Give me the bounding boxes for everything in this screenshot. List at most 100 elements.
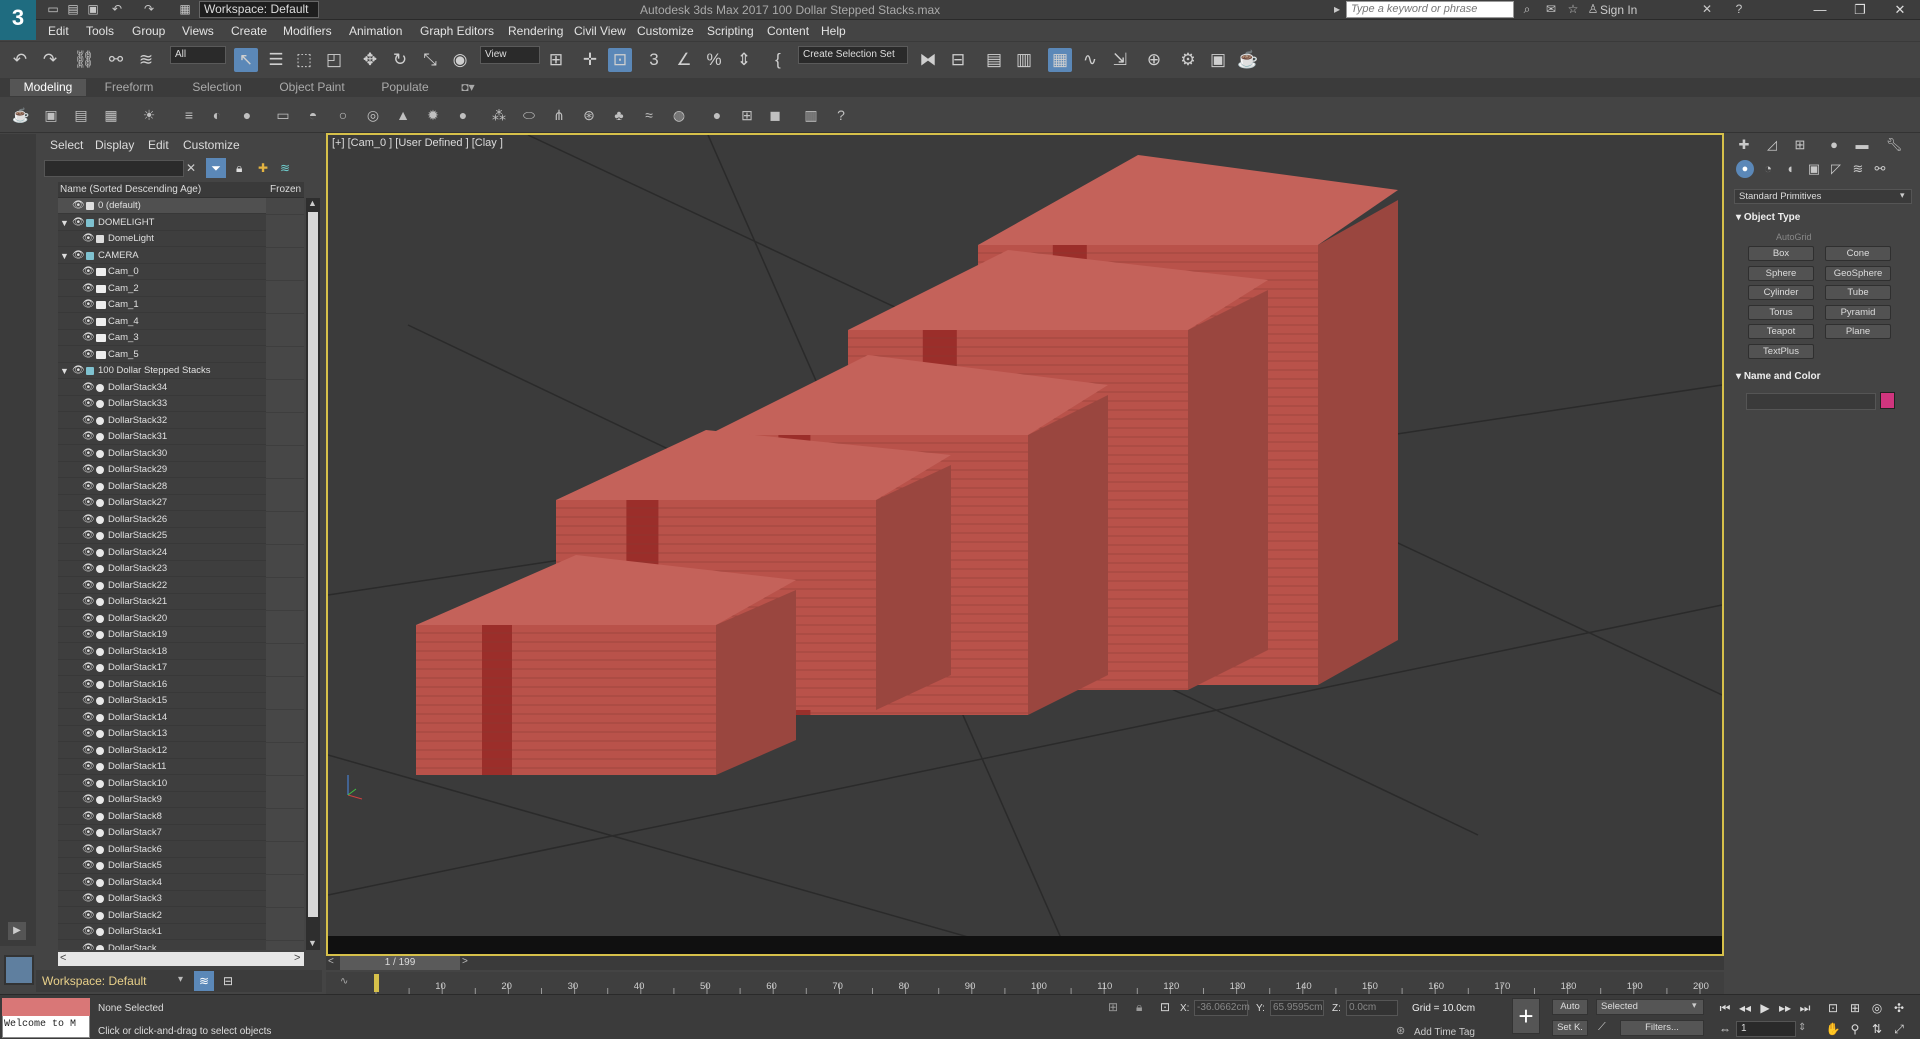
ribbon-options-icon[interactable]: ◘▾ [454,79,482,96]
tree-row[interactable]: 👁︎ DollarStack15 [58,693,304,709]
tree-row[interactable]: 👁︎ DollarStack17 [58,660,304,676]
textplus-button[interactable]: TextPlus [1748,344,1814,359]
menu-edit[interactable]: Edit [48,24,69,38]
visibility-eye-icon[interactable]: 👁︎ [82,380,95,396]
subscription-icon[interactable]: ✉ [1542,1,1560,18]
frozen-cell[interactable] [266,709,304,726]
frozen-cell[interactable] [266,891,304,907]
visibility-eye-icon[interactable]: 👁︎ [82,462,95,478]
menu-help[interactable]: Help [821,24,846,38]
frozen-cell[interactable] [266,346,304,363]
scene-converter-icon[interactable]: ⊞ [736,104,758,126]
scene-explorer-toggle-icon[interactable]: ▤ [982,48,1006,72]
rectangular-selection-icon[interactable]: ⬚ [292,48,316,72]
column-frozen-header[interactable]: Frozen [270,182,301,198]
tree-row[interactable]: 👁︎ DollarStack12 [58,742,304,759]
tree-row[interactable]: 👁︎ Cam_4 [58,313,304,330]
scroll-up-icon[interactable]: ▲ [308,198,317,208]
frozen-cell[interactable] [266,808,304,825]
teapot-icon[interactable]: ☕ [10,104,32,126]
box-button[interactable]: Box [1748,246,1814,261]
tab-selection[interactable]: Selection [184,79,250,96]
render-icon[interactable]: ▣ [40,104,62,126]
tab-freeform[interactable]: Freeform [96,79,162,96]
tree-row[interactable]: 👁︎ DollarStack27 [58,495,304,511]
visibility-eye-icon[interactable]: 👁︎ [82,578,95,594]
menu-tools[interactable]: Tools [86,24,114,38]
network-icon[interactable]: ⋔ [548,104,570,126]
torus-button[interactable]: Torus [1748,305,1814,320]
tree-row[interactable]: 👁︎ DollarStack32 [58,412,304,429]
workspace-dropdown[interactable]: Workspace: Default [199,1,319,18]
torus-icon[interactable]: ◎ [362,104,384,126]
save-icon[interactable]: ▣ [84,1,102,18]
mirror-icon[interactable]: ⧓ [916,48,940,72]
frozen-cell[interactable] [266,594,304,610]
frozen-cell[interactable] [266,561,304,577]
render-color-icon[interactable]: ◼ [764,104,786,126]
frozen-cell[interactable] [266,528,304,544]
maximize-button[interactable]: ❐ [1840,0,1880,20]
frozen-cell[interactable] [266,841,304,858]
project-folder-icon[interactable]: ▦ [176,1,194,18]
menu-create[interactable]: Create [231,24,267,38]
tree-row[interactable]: 👁︎ DollarStack3 [58,891,304,907]
hemisphere-icon[interactable]: ◓ [302,104,324,126]
key-tangent-icon[interactable]: ⟋ [1598,1021,1606,1034]
frozen-cell[interactable] [266,577,304,594]
sphere-button[interactable]: Sphere [1748,266,1814,281]
selection-filter-dropdown[interactable]: All [170,46,226,64]
tree-row[interactable]: 👁︎ DollarStack28 [58,478,304,495]
tree-row[interactable]: 👁︎ DollarStack34 [58,379,304,396]
column-name-header[interactable]: Name (Sorted Descending Age) [60,182,201,198]
visibility-eye-icon[interactable]: 👁︎ [72,198,85,214]
visibility-eye-icon[interactable]: 👁︎ [82,743,95,759]
visibility-eye-icon[interactable]: 👁︎ [82,528,95,544]
curve-editor-icon[interactable]: ∿ [1078,48,1102,72]
tree-row[interactable]: 👁︎ DollarStack6 [58,841,304,858]
object-name-field[interactable] [1746,393,1876,410]
visibility-eye-icon[interactable]: 👁︎ [82,561,95,577]
frozen-cell[interactable] [266,858,304,874]
current-frame-marker[interactable] [374,974,379,992]
white-sphere-icon[interactable]: ● [706,104,728,126]
menu-graph-editors[interactable]: Graph Editors [420,24,494,38]
object-color-swatch[interactable] [1880,392,1895,409]
frozen-cell[interactable] [266,660,304,676]
add-time-tag[interactable]: Add Time Tag [1414,1027,1475,1038]
set-key-mode-icon[interactable]: + [1512,998,1540,1034]
explorer-search-input[interactable] [44,160,184,177]
menu-scripting[interactable]: Scripting [707,24,754,38]
frozen-cell[interactable] [266,198,304,214]
tree-row[interactable]: 👁︎ DollarStack18 [58,643,304,660]
tree-row[interactable]: 👁︎ DollarStack [58,940,304,950]
undo-icon[interactable]: ↶ [8,48,32,72]
lathe-icon[interactable]: ◐ [206,104,228,126]
tree-row[interactable]: 👁︎ Cam_1 [58,297,304,313]
time-tag-icon[interactable]: ⊛ [1396,1024,1405,1037]
maxscript-output[interactable] [2,998,90,1016]
visibility-eye-icon[interactable]: 👁︎ [82,677,95,693]
sphere-icon[interactable]: ○ [332,104,354,126]
pivot-center-icon[interactable]: ⊞ [544,48,568,72]
frozen-cell[interactable] [266,759,304,775]
align-icon[interactable]: ⊟ [946,48,970,72]
visibility-eye-icon[interactable]: 👁︎ [82,611,95,627]
display-tab-icon[interactable]: ▬ [1852,136,1872,154]
visibility-eye-icon[interactable]: 👁︎ [82,825,95,841]
close-button[interactable]: ✕ [1880,0,1920,20]
help-icon[interactable]: ? [1730,1,1748,18]
workspace-thumbnail[interactable] [4,955,34,985]
filter-toggle-icon[interactable]: ⏷ [206,158,226,178]
go-to-start-icon[interactable]: ⏮ [1716,999,1734,1017]
explorer-horizontal-scrollbar[interactable] [58,952,304,966]
cone-icon[interactable]: ▲ [392,104,414,126]
frozen-cell[interactable] [266,231,304,247]
frozen-cell[interactable] [266,412,304,429]
key-filters-button[interactable]: Filters... [1620,1020,1704,1036]
tree-row[interactable]: 👁︎ DollarStack2 [58,907,304,924]
redo-icon[interactable]: ↷ [140,1,158,18]
snaps-toggle-icon[interactable]: 3 [642,48,666,72]
binoculars-icon[interactable]: ⌕ [1518,1,1536,18]
frozen-cell[interactable] [266,643,304,660]
